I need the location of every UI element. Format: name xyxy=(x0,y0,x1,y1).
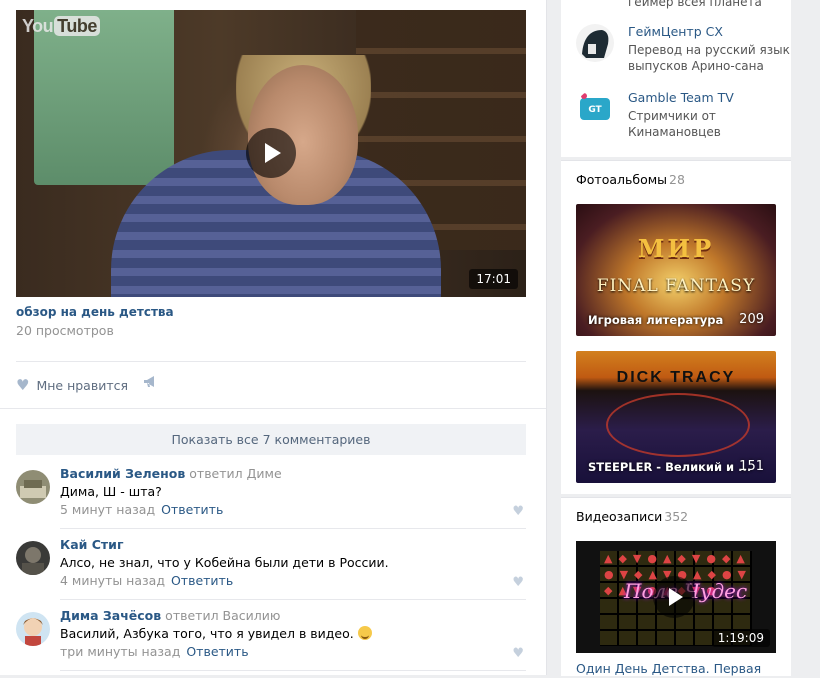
comment-meta: 4 минуты назад Ответить xyxy=(60,573,233,588)
photo-albums-block: Фотоальбомы 28 МИР FINAL FANTASY Игровая … xyxy=(561,160,791,494)
avatar[interactable] xyxy=(16,612,50,646)
main-column: You Tube 17:01 обзор на день детства 20 п… xyxy=(0,0,547,675)
divider xyxy=(60,670,526,671)
megaphone-icon[interactable] xyxy=(143,375,158,392)
comment-author-line: Дима Зачёсов ответил Василию xyxy=(60,608,280,623)
comment-reply-to[interactable]: ответил Диме xyxy=(189,466,281,481)
divider xyxy=(16,361,526,362)
comment-author-line: Кай Стиг xyxy=(60,537,123,552)
albums-count: 28 xyxy=(669,172,685,187)
reply-link[interactable]: Ответить xyxy=(171,573,233,588)
comment-author[interactable]: Дима Зачёсов xyxy=(60,608,161,623)
comment-text: Василий, Азбука того, что я увидел в вид… xyxy=(60,626,372,641)
avatar[interactable] xyxy=(16,541,50,575)
comment-author[interactable]: Василий Зеленов xyxy=(60,466,185,481)
album-art-decor xyxy=(606,393,750,457)
play-icon[interactable] xyxy=(653,576,695,618)
album-label: STEEPLER - Великий и ... xyxy=(588,460,752,474)
divider xyxy=(60,599,526,600)
comment-time[interactable]: 4 минуты назад xyxy=(60,573,165,588)
albums-header[interactable]: Фотоальбомы 28 xyxy=(576,172,685,187)
album-art-text: МИР xyxy=(637,234,715,263)
video-duration: 17:01 xyxy=(469,269,518,289)
comment-item: Кай Стиг Алсо, не знал, что у Кобейна бы… xyxy=(16,537,526,607)
album-card[interactable]: МИР FINAL FANTASY Игровая литература 209 xyxy=(576,204,776,336)
comment-time[interactable]: три минуты назад xyxy=(60,644,180,659)
youtube-logo-tube: Tube xyxy=(54,16,100,36)
avatar[interactable] xyxy=(576,24,614,62)
comment-author[interactable]: Кай Стиг xyxy=(60,537,123,552)
video-caption[interactable]: Один День Детства. Первая xyxy=(576,661,761,676)
comment-author-line: Василий Зеленов ответил Диме xyxy=(60,466,282,481)
album-card[interactable]: DICK TRACY STEEPLER - Великий и ... 151 xyxy=(576,351,776,483)
group-desc: Стримчики от Кинамановцев xyxy=(628,109,721,139)
group-name[interactable]: Gamble Team TV xyxy=(628,90,734,105)
play-icon[interactable] xyxy=(246,128,296,178)
album-art-text: FINAL FANTASY xyxy=(596,276,756,296)
group-desc: Перевод на русский язык выпусков Арино-с… xyxy=(628,43,790,73)
album-label: Игровая литература xyxy=(588,313,724,327)
album-count: 209 xyxy=(739,312,764,327)
video-thumbnail[interactable]: ▲◆▼●▲◆▼●◆▲●▼◆▲▼●▲◆●▼◆▲▼●▲◆▼● Поле Чудес … xyxy=(576,541,776,653)
video-title[interactable]: обзор на день детства xyxy=(16,305,174,319)
comment-item: Дима Зачёсов ответил Василию Василий, Аз… xyxy=(16,608,526,678)
videos-count: 352 xyxy=(664,509,689,524)
like-button[interactable]: ♥ Мне нравится xyxy=(16,376,128,394)
heart-icon[interactable]: ♥ xyxy=(512,504,524,519)
video-player[interactable]: You Tube 17:01 xyxy=(16,10,526,297)
comment-meta: 5 минут назад Ответить xyxy=(60,502,223,517)
album-count: 151 xyxy=(739,459,764,474)
reply-link[interactable]: Ответить xyxy=(161,502,223,517)
comment-time[interactable]: 5 минут назад xyxy=(60,502,155,517)
avatar[interactable] xyxy=(16,470,50,504)
heart-icon[interactable]: ♥ xyxy=(512,575,524,590)
groups-block: геймер всея планета ГеймЦентр СХ Перевод… xyxy=(561,0,791,157)
youtube-logo[interactable]: You Tube xyxy=(22,16,100,37)
comment-text: Алсо, не знал, что у Кобейна были дети в… xyxy=(60,555,389,570)
reply-link[interactable]: Ответить xyxy=(186,644,248,659)
videos-header[interactable]: Видеозаписи 352 xyxy=(576,509,688,524)
comment-item: Василий Зеленов ответил Диме Дима, Ш - ш… xyxy=(16,466,526,536)
videos-title: Видеозаписи xyxy=(576,509,663,524)
avatar[interactable]: GT xyxy=(576,90,614,128)
comment-reply-to[interactable]: ответил Василию xyxy=(165,608,280,623)
heart-icon[interactable]: ♥ xyxy=(512,646,524,661)
winking-emoji-icon xyxy=(357,626,372,640)
comment-meta: три минуты назад Ответить xyxy=(60,644,249,659)
like-label: Мне нравится xyxy=(36,377,129,393)
video-duration: 1:19:09 xyxy=(711,629,770,647)
videos-block: Видеозаписи352 ▲◆▼●▲◆▼●◆▲●▼◆▲▼●▲◆●▼◆▲▼●▲… xyxy=(561,497,791,676)
comment-text: Дима, Ш - шта? xyxy=(60,484,162,499)
comment-text-content: Василий, Азбука того, что я увидел в вид… xyxy=(60,626,354,641)
divider xyxy=(60,528,526,529)
youtube-logo-you: You xyxy=(22,16,54,36)
show-all-comments-button[interactable]: Показать все 7 комментариев xyxy=(16,424,526,455)
heart-icon: ♥ xyxy=(16,376,30,394)
divider xyxy=(0,408,546,409)
group-desc-cut: геймер всея планета xyxy=(628,0,762,9)
album-art-text: DICK TRACY xyxy=(616,369,736,386)
svg-text:GT: GT xyxy=(588,105,602,115)
group-name[interactable]: ГеймЦентр СХ xyxy=(628,24,723,39)
video-views: 20 просмотров xyxy=(16,323,114,338)
albums-title: Фотоальбомы xyxy=(576,172,668,187)
